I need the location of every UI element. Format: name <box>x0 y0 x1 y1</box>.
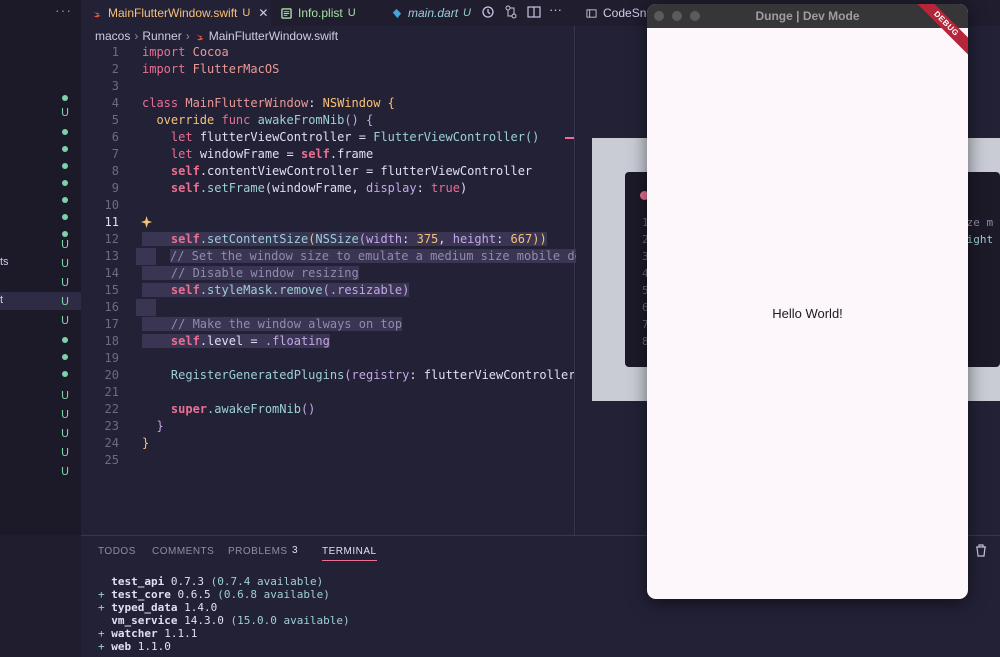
untracked-badge: U <box>60 427 70 440</box>
window-title: Dunge | Dev Mode <box>755 9 860 23</box>
breadcrumb: macos › Runner › MainFlutterWindow.swift <box>95 29 338 43</box>
tab-terminal[interactable]: TERMINAL <box>322 546 377 561</box>
terminal-line: + typed_data 1.4.0 <box>98 601 218 614</box>
line-number: 19 <box>104 351 119 365</box>
code-line: self.styleMask.remove(.resizable) <box>81 282 575 299</box>
terminal-line: test_api 0.7.3 (0.7.4 available) <box>111 575 324 588</box>
chevron-right-icon: › <box>134 29 139 43</box>
file-name-fragment[interactable]: ts <box>0 256 9 268</box>
code-line: class MainFlutterWindow: NSWindow { <box>142 96 395 110</box>
modified-dot-icon <box>60 367 70 377</box>
code-line: ​ <box>81 299 575 316</box>
code-line: override func awakeFromNib() { <box>156 113 374 127</box>
line-number: 3 <box>111 79 119 93</box>
terminal-line: + test_core 0.6.5 (0.6.8 available) <box>98 588 330 601</box>
code-line: super.awakeFromNib() <box>170 402 316 416</box>
modified-dot-icon <box>60 210 70 220</box>
more-actions-icon[interactable]: ··· <box>549 2 562 17</box>
modified-dot-icon <box>60 193 70 203</box>
flutter-app-window[interactable]: Dunge | Dev Mode DEBUG Hello World! <box>647 4 968 599</box>
modified-dot-icon <box>60 159 70 169</box>
code-line-current: // Set the window size to emulate a medi… <box>81 214 597 263</box>
code-line: } <box>156 419 164 433</box>
untracked-badge: U <box>60 446 70 459</box>
tab-label: main.dart <box>408 6 459 20</box>
breadcrumb-item[interactable]: Runner <box>142 29 181 43</box>
code-line: self.setFrame(windowFrame, display: true… <box>170 181 468 195</box>
line-number: 21 <box>104 385 119 399</box>
split-editor-icon[interactable] <box>527 5 541 19</box>
terminal-line: vm_service 14.3.0 (15.0.0 available) <box>111 614 350 627</box>
tab-untracked-flag: U <box>347 7 356 19</box>
breadcrumb-item[interactable]: MainFlutterWindow.swift <box>209 29 338 43</box>
code-line: RegisterGeneratedPlugins(registry: flutt… <box>170 368 583 382</box>
code-line: self.setContentSize(NSSize(width: 375, h… <box>81 231 575 248</box>
untracked-badge: U <box>60 106 70 119</box>
problems-count-badge: 3 <box>292 545 298 556</box>
code-line: // Disable window resizing <box>81 265 575 282</box>
code-line: ​ <box>81 248 575 265</box>
code-editor: MainFlutterWindow.swift U ✕ Info.plist U… <box>81 0 597 535</box>
trash-icon[interactable] <box>975 544 987 557</box>
explorer-sidebar: ··· ts t UUUUUUUUUUU <box>0 0 81 535</box>
swift-icon <box>92 10 101 17</box>
tab-mainflutterwindow-swift[interactable]: MainFlutterWindow.swift U ✕ <box>81 0 271 26</box>
modified-dot-icon <box>60 125 70 135</box>
tab-untracked-flag: U <box>242 7 251 19</box>
code-line: self.level = .floating <box>81 333 575 350</box>
untracked-badge: U <box>60 276 70 289</box>
modified-dot-icon <box>60 176 70 186</box>
sidebar-more-icon[interactable]: ··· <box>55 2 72 18</box>
close-icon[interactable]: ✕ <box>258 6 268 20</box>
plist-icon <box>281 7 292 19</box>
tab-info-plist[interactable]: Info.plist U <box>281 0 356 26</box>
code-line: import Cocoa <box>142 45 229 59</box>
untracked-badge: U <box>60 314 70 327</box>
modified-dot-icon <box>60 91 70 101</box>
untracked-badge: U <box>60 389 70 402</box>
line-number: 25 <box>104 453 119 467</box>
breadcrumb-item[interactable]: macos <box>95 29 130 43</box>
untracked-badge: U <box>60 408 70 421</box>
history-icon[interactable] <box>481 5 495 19</box>
chevron-right-icon: › <box>185 29 190 43</box>
code-line: // Make the window always on top <box>81 316 575 333</box>
untracked-badge: U <box>60 238 70 251</box>
tab-todos[interactable]: TODOS <box>98 546 136 557</box>
modified-dot-icon <box>60 333 70 343</box>
line-number: 10 <box>104 198 119 212</box>
modified-dot-icon <box>60 350 70 360</box>
file-name-fragment[interactable]: t <box>0 294 3 306</box>
tab-label: MainFlutterWindow.swift <box>108 6 238 20</box>
window-titlebar[interactable]: Dunge | Dev Mode <box>647 4 968 28</box>
code-line: } <box>142 436 150 450</box>
code-line: let windowFrame = self.frame <box>170 147 374 161</box>
tab-problems[interactable]: PROBLEMS <box>228 546 288 557</box>
compare-changes-icon[interactable] <box>504 5 518 19</box>
tab-main-dart[interactable]: main.dart U <box>391 0 471 26</box>
dart-icon <box>392 8 402 18</box>
editor-tab-bar: MainFlutterWindow.swift U ✕ Info.plist U… <box>81 0 575 26</box>
tab-comments[interactable]: COMMENTS <box>152 546 214 557</box>
swift-icon <box>195 33 203 40</box>
terminal-line: + watcher 1.1.1 <box>98 627 198 640</box>
modified-dot-icon <box>60 227 70 237</box>
editor-divider[interactable] <box>574 26 575 535</box>
code-line: self.contentViewController = flutterView… <box>170 164 533 178</box>
preview-icon <box>586 8 597 18</box>
terminal-line: + web 1.1.0 <box>98 640 171 653</box>
sparkle-icon[interactable] <box>141 216 154 229</box>
untracked-badge: U <box>60 257 70 270</box>
untracked-badge: U <box>60 295 70 308</box>
modified-dot-icon <box>60 142 70 152</box>
untracked-badge: U <box>60 465 70 478</box>
code-line: let flutterViewController = FlutterViewC… <box>170 130 540 144</box>
tab-label: Info.plist <box>298 6 343 20</box>
code-line: import FlutterMacOS <box>142 62 280 76</box>
tab-untracked-flag: U <box>463 7 471 19</box>
hello-world-text: Hello World! <box>772 306 843 321</box>
